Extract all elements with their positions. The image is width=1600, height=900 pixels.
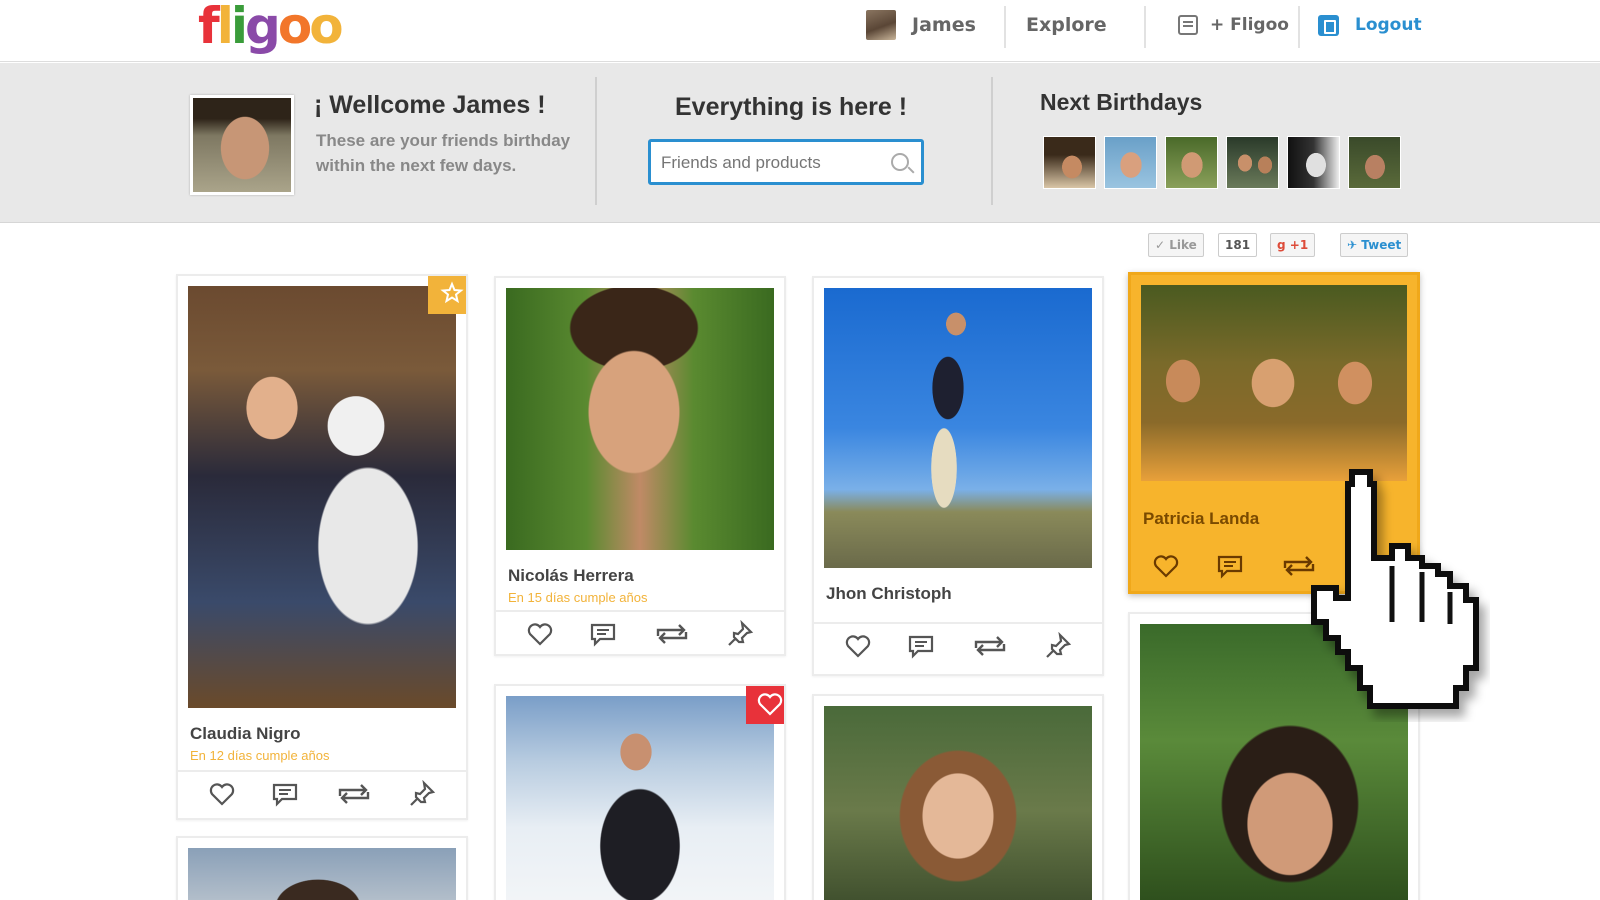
profile-photo[interactable]	[190, 95, 294, 195]
nav-logout-label: Logout	[1355, 15, 1422, 35]
birthday-thumb[interactable]	[1226, 136, 1279, 189]
nav-divider	[1004, 6, 1006, 48]
nav-user-label: James	[912, 14, 976, 36]
heart-badge[interactable]	[746, 686, 784, 724]
like-count: 181	[1218, 233, 1258, 257]
search-box[interactable]	[648, 139, 924, 185]
nav-add-fligoo[interactable]: + Fligoo	[1178, 0, 1289, 50]
friend-name[interactable]: Patricia Landa	[1143, 509, 1259, 529]
friend-name[interactable]: Nicolás Herrera	[508, 566, 634, 586]
tweet-label: Tweet	[1361, 238, 1402, 252]
comment-icon[interactable]	[270, 780, 300, 808]
pin-icon[interactable]	[407, 780, 437, 808]
logo-letter: o	[277, 0, 312, 55]
search-title: Everything is here !	[675, 93, 908, 121]
user-avatar	[866, 10, 896, 40]
friend-photo[interactable]	[506, 288, 774, 550]
friend-name[interactable]: Jhon Christoph	[826, 584, 952, 604]
card-actions	[496, 610, 784, 656]
welcome-title: ¡ Wellcome James !	[314, 91, 546, 119]
nav-user-james[interactable]: James	[866, 0, 976, 50]
heart-icon[interactable]	[843, 632, 873, 660]
logo-letter: f	[198, 0, 220, 55]
nav-explore-label: Explore	[1026, 14, 1107, 36]
friend-card[interactable]: Claudia Nigro En 12 días cumple años	[176, 274, 468, 820]
friend-card[interactable]	[494, 684, 786, 900]
nav-logout[interactable]: Logout	[1318, 0, 1422, 50]
gplus-label: +1	[1289, 238, 1309, 252]
star-badge[interactable]	[428, 276, 466, 314]
tweet-button[interactable]: ✈ Tweet	[1340, 233, 1409, 257]
nav-divider	[1144, 6, 1146, 48]
band-divider	[595, 77, 597, 205]
logo-letter: g	[245, 0, 281, 55]
repost-icon[interactable]	[970, 632, 1010, 660]
twitter-icon: ✈	[1347, 238, 1358, 252]
google-plus-button[interactable]: g +1	[1270, 233, 1316, 257]
pin-icon[interactable]	[1043, 632, 1073, 660]
friend-photo[interactable]	[1141, 285, 1407, 481]
hand-pointer-cursor-icon	[1311, 469, 1479, 709]
birthday-thumb[interactable]	[1287, 136, 1340, 189]
friend-card[interactable]: Nicolás Herrera En 15 días cumple años	[494, 276, 786, 656]
repost-icon[interactable]	[334, 780, 374, 808]
fligoo-logo[interactable]: fligoo	[198, 0, 344, 56]
nav-divider	[1298, 6, 1300, 48]
heart-icon[interactable]	[1151, 552, 1181, 580]
friend-card[interactable]	[812, 694, 1104, 900]
repost-icon[interactable]	[652, 620, 692, 648]
birthday-thumb[interactable]	[1043, 136, 1096, 189]
friend-photo[interactable]	[506, 696, 774, 900]
comment-icon[interactable]	[906, 632, 936, 660]
birthday-countdown: En 15 días cumple años	[508, 590, 648, 605]
nav-explore[interactable]: Explore	[1026, 0, 1107, 50]
heart-icon[interactable]	[207, 780, 237, 808]
logo-letter: l	[216, 0, 234, 55]
search-input[interactable]	[661, 150, 881, 176]
friend-photo[interactable]	[188, 286, 456, 708]
card-actions	[814, 622, 1102, 668]
nav-add-label: + Fligoo	[1210, 15, 1289, 35]
like-button[interactable]: ✓ Like	[1148, 233, 1204, 257]
list-icon	[1178, 15, 1198, 35]
friend-photo[interactable]	[188, 848, 456, 900]
friend-photo[interactable]	[824, 288, 1092, 568]
top-navigation-bar: fligoo James Explore + Fligoo Logout	[0, 0, 1600, 62]
heart-icon	[757, 693, 783, 716]
birthday-thumbnails	[1043, 136, 1401, 189]
header-band: ¡ Wellcome James ! These are your friend…	[0, 63, 1600, 223]
comment-icon[interactable]	[1215, 552, 1245, 580]
friend-name[interactable]: Claudia Nigro	[190, 724, 301, 744]
pin-icon[interactable]	[725, 620, 755, 648]
birthday-thumb[interactable]	[1348, 136, 1401, 189]
friend-card[interactable]	[176, 836, 468, 900]
logo-letter: i	[230, 0, 248, 55]
friend-card[interactable]: Jhon Christoph	[812, 276, 1104, 676]
next-birthdays-title: Next Birthdays	[1040, 89, 1203, 115]
logo-letter: o	[309, 0, 343, 55]
birthday-countdown: En 12 días cumple años	[190, 748, 330, 763]
friend-photo[interactable]	[824, 706, 1092, 900]
comment-icon[interactable]	[588, 620, 618, 648]
birthday-thumb[interactable]	[1165, 136, 1218, 189]
card-actions	[178, 770, 466, 816]
band-divider	[991, 77, 993, 205]
star-icon	[440, 281, 464, 304]
page-root: fligoo James Explore + Fligoo Logout ¡ W…	[0, 0, 1600, 900]
logout-icon	[1318, 14, 1339, 36]
birthday-thumb[interactable]	[1104, 136, 1157, 189]
search-icon[interactable]	[891, 153, 909, 171]
welcome-subtitle: These are your friends birthday within t…	[316, 131, 571, 175]
like-label: Like	[1169, 238, 1197, 252]
heart-icon[interactable]	[525, 620, 555, 648]
